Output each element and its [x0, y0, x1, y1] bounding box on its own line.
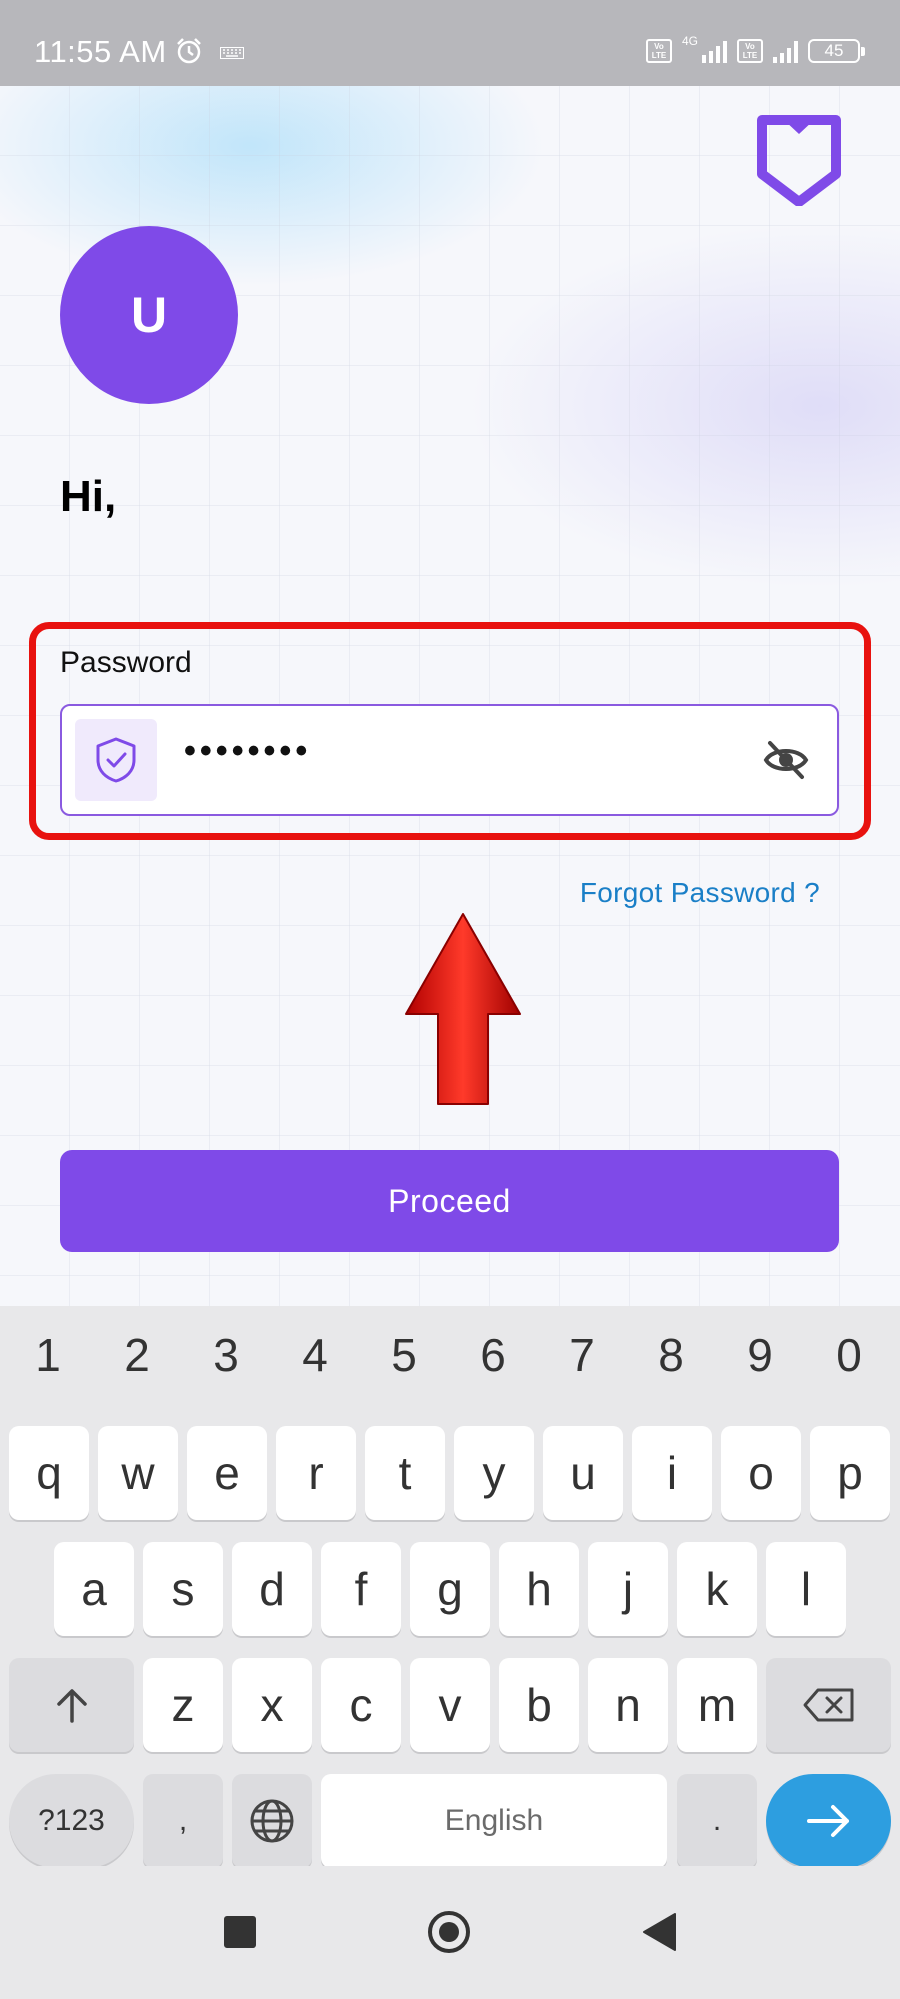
comma-key[interactable]: ,	[143, 1774, 223, 1868]
key-l[interactable]: l	[766, 1542, 846, 1636]
key-s[interactable]: s	[143, 1542, 223, 1636]
greeting-heading: Hi,	[60, 472, 117, 521]
globe-icon	[250, 1799, 294, 1843]
key-f[interactable]: f	[321, 1542, 401, 1636]
key-9[interactable]: 9	[715, 1328, 805, 1382]
key-8[interactable]: 8	[626, 1328, 716, 1382]
key-0[interactable]: 0	[804, 1328, 894, 1382]
key-7[interactable]: 7	[537, 1328, 627, 1382]
proceed-button[interactable]: Proceed	[60, 1150, 839, 1252]
key-d[interactable]: d	[232, 1542, 312, 1636]
volte-icon-2: Vo LTE	[737, 39, 763, 63]
recents-square-icon[interactable]	[224, 1916, 256, 1948]
key-4[interactable]: 4	[270, 1328, 360, 1382]
key-a[interactable]: a	[54, 1542, 134, 1636]
signal-icon-2	[773, 39, 798, 63]
key-e[interactable]: e	[187, 1426, 267, 1520]
key-v[interactable]: v	[410, 1658, 490, 1752]
back-triangle-icon[interactable]	[641, 1912, 677, 1952]
key-3[interactable]: 3	[181, 1328, 271, 1382]
forgot-password-link[interactable]: Forgot Password ?	[580, 877, 820, 909]
period-key[interactable]: .	[677, 1774, 757, 1868]
key-r[interactable]: r	[276, 1426, 356, 1520]
keyboard-icon	[220, 47, 244, 59]
key-m[interactable]: m	[677, 1658, 757, 1752]
shift-arrow-icon	[56, 1689, 87, 1723]
key-y[interactable]: y	[454, 1426, 534, 1520]
backspace-icon	[803, 1688, 853, 1722]
key-i[interactable]: i	[632, 1426, 712, 1520]
key-g[interactable]: g	[410, 1542, 490, 1636]
brand-logo-icon	[757, 115, 841, 206]
key-1[interactable]: 1	[3, 1328, 93, 1382]
highlight-annotation	[29, 622, 871, 840]
status-time: 11:55 AM	[34, 34, 167, 69]
number-row: 1 2 3 4 5 6 7 8 9 0	[0, 1328, 900, 1398]
signal-icon	[702, 39, 727, 63]
home-circle-icon[interactable]	[427, 1910, 471, 1954]
navigation-bar	[0, 1866, 900, 1999]
shift-key[interactable]	[9, 1658, 134, 1752]
battery-icon: 45	[808, 39, 865, 63]
key-w[interactable]: w	[98, 1426, 178, 1520]
key-o[interactable]: o	[721, 1426, 801, 1520]
key-z[interactable]: z	[143, 1658, 223, 1752]
red-arrow-annotation-icon	[405, 913, 521, 1105]
key-c[interactable]: c	[321, 1658, 401, 1752]
symbols-key[interactable]: ?123	[9, 1774, 134, 1868]
key-5[interactable]: 5	[359, 1328, 449, 1382]
key-q[interactable]: q	[9, 1426, 89, 1520]
status-icons: Vo LTE 4G Vo LTE 45	[645, 34, 865, 66]
network-type: 4G	[681, 34, 698, 48]
key-k[interactable]: k	[677, 1542, 757, 1636]
key-b[interactable]: b	[499, 1658, 579, 1752]
volte-icon: Vo LTE	[645, 39, 672, 63]
key-2[interactable]: 2	[92, 1328, 182, 1382]
language-key[interactable]	[232, 1774, 312, 1868]
login-screen: U Hi, Password •••••••• Forgot Password …	[0, 86, 900, 1306]
key-h[interactable]: h	[499, 1542, 579, 1636]
soft-keyboard: 1 2 3 4 5 6 7 8 9 0 q w e r t y u i o p …	[0, 1306, 900, 1868]
key-6[interactable]: 6	[448, 1328, 538, 1382]
avatar: U	[60, 226, 238, 404]
arrow-right-icon	[806, 1805, 849, 1837]
key-j[interactable]: j	[588, 1542, 668, 1636]
key-p[interactable]: p	[810, 1426, 890, 1520]
key-n[interactable]: n	[588, 1658, 668, 1752]
key-t[interactable]: t	[365, 1426, 445, 1520]
space-key[interactable]: English	[321, 1774, 667, 1868]
key-x[interactable]: x	[232, 1658, 312, 1752]
alarm-clock-icon	[177, 38, 201, 64]
enter-key[interactable]	[766, 1774, 891, 1868]
status-bar: 11:55 AM Vo LTE 4G Vo LTE 45	[0, 0, 900, 86]
backspace-key[interactable]	[766, 1658, 891, 1752]
key-u[interactable]: u	[543, 1426, 623, 1520]
